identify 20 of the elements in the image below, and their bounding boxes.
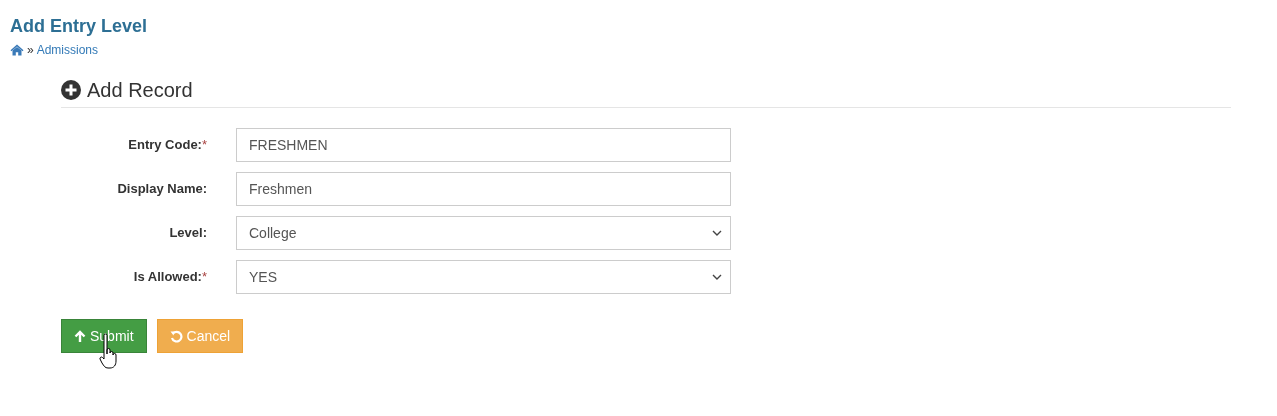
page-title: Add Entry Level <box>10 15 149 38</box>
breadcrumb-link[interactable]: Admissions <box>36 41 99 59</box>
input-field[interactable]: FRESHMEN <box>236 128 731 162</box>
section-title: Add Record <box>87 78 193 103</box>
home-icon[interactable] <box>10 44 24 56</box>
select-field[interactable]: YES <box>236 260 731 294</box>
plus-circle-icon <box>61 80 81 100</box>
breadcrumb-separator: » <box>27 42 34 59</box>
input-field[interactable]: Freshmen <box>236 172 731 206</box>
field-label: Level: <box>169 225 207 241</box>
chevron-down-icon <box>712 230 722 236</box>
arrow-up-icon <box>74 329 86 343</box>
field-label: Is Allowed: <box>133 269 202 285</box>
undo-icon <box>169 329 183 343</box>
select-field[interactable]: College <box>236 216 731 250</box>
field-label: Display Name: <box>117 181 207 197</box>
field-label: Entry Code: <box>128 137 202 153</box>
required-mark: * <box>201 269 207 285</box>
required-mark: * <box>201 137 207 153</box>
chevron-down-icon <box>712 274 722 280</box>
